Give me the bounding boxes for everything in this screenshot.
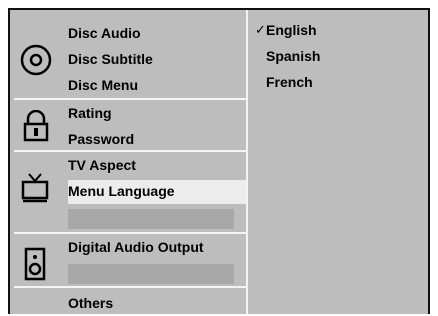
menu-item-disc-audio[interactable]: Disc Audio: [68, 22, 246, 46]
disc-icon: [20, 44, 52, 81]
option-english[interactable]: English: [266, 20, 317, 40]
padlock-icon: [22, 109, 50, 147]
menu-item-menu-language[interactable]: Menu Language: [68, 180, 248, 204]
section-divider: [14, 150, 246, 152]
menu-item-rating[interactable]: Rating: [68, 102, 246, 126]
menu-item-disc-menu[interactable]: Disc Menu: [68, 74, 246, 98]
menu-item-digital-audio-output[interactable]: Digital Audio Output: [68, 236, 246, 260]
empty-menu-slot: [68, 209, 234, 229]
empty-menu-slot: [68, 264, 234, 284]
panel-divider: [246, 10, 248, 314]
settings-menu-frame: Disc Audio Disc Subtitle Disc Menu Ratin…: [8, 8, 430, 314]
menu-item-others[interactable]: Others: [68, 292, 246, 316]
speaker-icon: [22, 246, 48, 287]
check-mark-icon: ✓: [255, 22, 266, 37]
tv-icon: [20, 172, 50, 209]
menu-item-disc-subtitle[interactable]: Disc Subtitle: [68, 48, 246, 72]
menu-item-password[interactable]: Password: [68, 128, 246, 152]
option-spanish[interactable]: Spanish: [266, 46, 320, 66]
section-divider: [14, 286, 246, 288]
menu-item-tv-aspect[interactable]: TV Aspect: [68, 154, 246, 178]
section-divider: [14, 232, 246, 234]
option-french[interactable]: French: [266, 72, 313, 92]
section-divider: [14, 98, 246, 100]
